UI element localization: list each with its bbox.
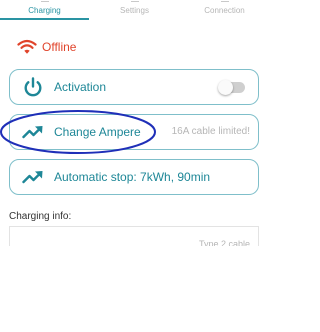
tab-label: Settings	[120, 6, 149, 15]
tab-settings[interactable]: Settings	[90, 0, 179, 20]
change-ampere-card[interactable]: Change Ampere 16A cable limited!	[9, 114, 259, 150]
cable-type: Type 2 cable	[198, 239, 250, 246]
wifi-icon	[17, 39, 37, 54]
tab-charging[interactable]: Charging	[0, 0, 89, 20]
toggle-knob	[218, 80, 233, 95]
connection-tab-icon	[220, 0, 229, 2]
tab-connection[interactable]: Connection	[180, 0, 269, 20]
trend-arrow-icon	[22, 171, 43, 184]
app-screen: Charging Settings Connection Offline Act…	[0, 0, 269, 332]
activation-label: Activation	[54, 80, 107, 94]
cable-limit-note: 16A cable limited!	[171, 126, 250, 137]
activation-card[interactable]: Activation	[9, 69, 259, 105]
change-ampere-label: Change Ampere	[54, 125, 141, 139]
automatic-stop-label: Automatic stop: 7kWh, 90min	[54, 170, 211, 184]
power-icon	[24, 77, 42, 97]
tab-bar: Charging Settings Connection	[0, 0, 269, 20]
automatic-stop-card[interactable]: Automatic stop: 7kWh, 90min	[9, 159, 259, 195]
charging-info-title: Charging info:	[9, 211, 72, 222]
charging-tab-icon	[40, 0, 49, 2]
tab-label: Charging	[28, 6, 61, 15]
tab-label: Connection	[204, 6, 245, 15]
trend-arrow-icon	[22, 126, 43, 139]
charging-info-box: Type 2 cable	[9, 226, 259, 246]
activation-toggle[interactable]	[218, 80, 245, 95]
status-text: Offline	[42, 40, 77, 54]
settings-tab-icon	[130, 0, 139, 2]
